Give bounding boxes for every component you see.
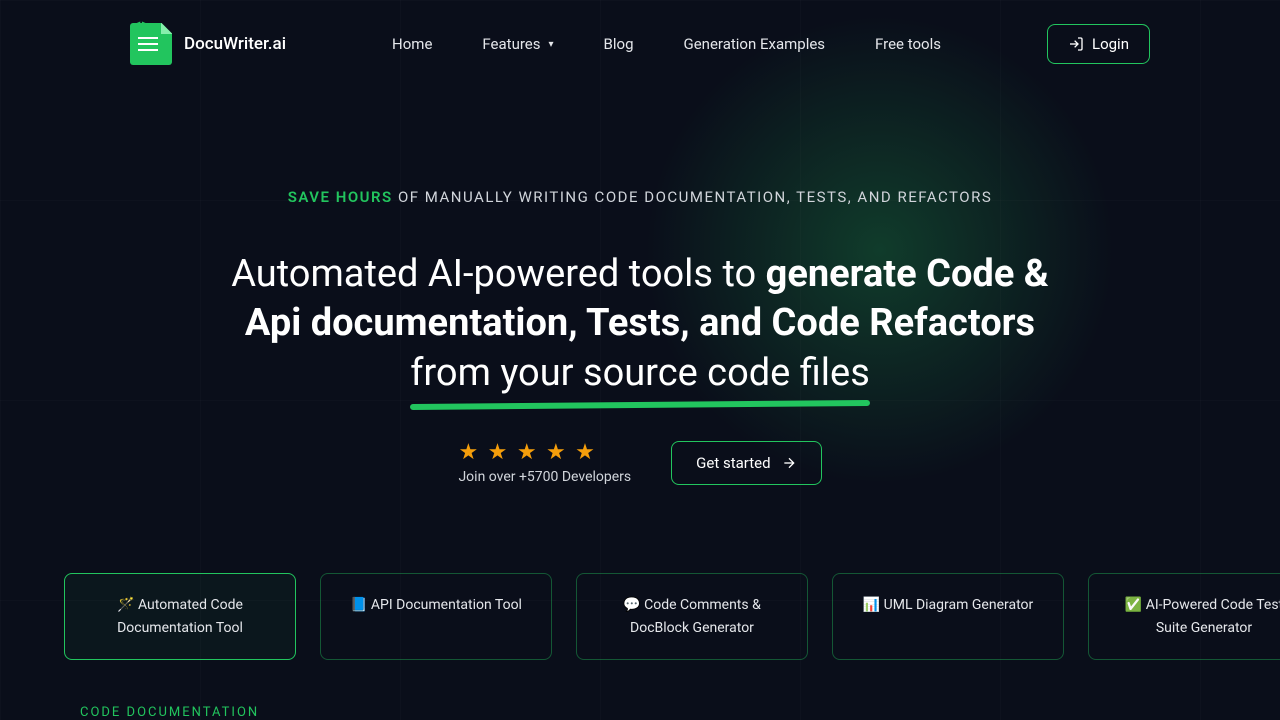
brand-name: DocuWriter.ai bbox=[184, 34, 286, 54]
rating-text: Join over +5700 Developers bbox=[458, 469, 631, 485]
tab-code-docs[interactable]: 🪄 Automated Code Documentation Tool bbox=[64, 573, 296, 660]
login-label: Login bbox=[1092, 35, 1129, 53]
section-label: CODE DOCUMENTATION bbox=[80, 705, 259, 720]
nav-examples[interactable]: Generation Examples bbox=[684, 35, 826, 53]
login-icon bbox=[1068, 36, 1084, 52]
tab-tests[interactable]: ✅ AI-Powered Code Test Suite Generator bbox=[1088, 573, 1280, 660]
logo-doc-icon bbox=[130, 23, 172, 65]
get-started-button[interactable]: Get started bbox=[671, 441, 821, 485]
top-nav: <> DocuWriter.ai Home Features ▾ Blog Ge… bbox=[0, 0, 1280, 88]
tab-comments[interactable]: 💬 Code Comments & DocBlock Generator bbox=[576, 573, 808, 660]
star-icons: ★ ★ ★ ★ ★ bbox=[458, 440, 631, 465]
hero: SAVE HOURS OF MANUALLY WRITING CODE DOCU… bbox=[0, 88, 1280, 545]
nav-home[interactable]: Home bbox=[392, 35, 432, 53]
logo[interactable]: <> DocuWriter.ai bbox=[130, 23, 286, 65]
nav-links: Home Features ▾ Blog Generation Examples… bbox=[392, 35, 941, 53]
login-button[interactable]: Login bbox=[1047, 24, 1150, 64]
arrow-right-icon bbox=[781, 455, 797, 471]
headline-post: from your source code files bbox=[410, 349, 870, 398]
cta-row: ★ ★ ★ ★ ★ Join over +5700 Developers Get… bbox=[200, 440, 1080, 485]
nav-features[interactable]: Features ▾ bbox=[482, 35, 553, 53]
chevron-down-icon: ▾ bbox=[549, 39, 554, 50]
rating: ★ ★ ★ ★ ★ Join over +5700 Developers bbox=[458, 440, 631, 485]
cta-label: Get started bbox=[696, 454, 770, 472]
headline-pre: Automated AI-powered tools to bbox=[231, 252, 765, 296]
tagline-rest: OF MANUALLY WRITING CODE DOCUMENTATION, … bbox=[393, 188, 993, 206]
tab-uml[interactable]: 📊 UML Diagram Generator bbox=[832, 573, 1064, 660]
headline: Automated AI-powered tools to generate C… bbox=[200, 250, 1080, 398]
tagline: SAVE HOURS OF MANUALLY WRITING CODE DOCU… bbox=[200, 188, 1080, 206]
nav-blog[interactable]: Blog bbox=[604, 35, 634, 53]
tab-api-docs[interactable]: 📘 API Documentation Tool bbox=[320, 573, 552, 660]
tagline-accent: SAVE HOURS bbox=[288, 188, 393, 206]
nav-features-label: Features bbox=[482, 35, 540, 53]
nav-free-tools[interactable]: Free tools bbox=[875, 35, 941, 53]
feature-tabs: 🪄 Automated Code Documentation Tool 📘 AP… bbox=[64, 573, 1280, 660]
